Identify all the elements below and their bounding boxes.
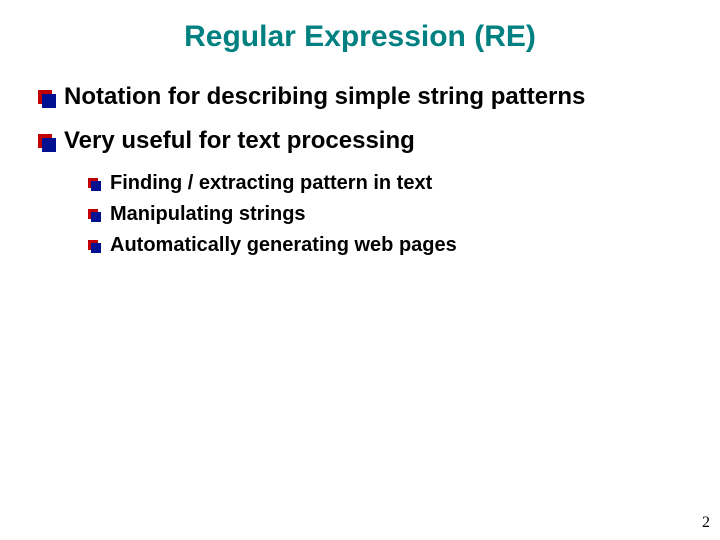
bullet-icon — [88, 178, 98, 188]
list-item: Finding / extracting pattern in text — [88, 170, 690, 197]
list-item-text: Notation for describing simple string pa… — [64, 82, 585, 112]
list-item: Very useful for text processing — [38, 126, 690, 156]
bullet-icon — [38, 134, 52, 148]
list-item: Automatically generating web pages — [88, 232, 690, 259]
slide-title: Regular Expression (RE) — [0, 0, 720, 82]
list-item: Notation for describing simple string pa… — [38, 82, 690, 112]
slide-content: Notation for describing simple string pa… — [0, 82, 720, 259]
bullet-icon — [88, 209, 98, 219]
list-item-text: Automatically generating web pages — [110, 232, 457, 259]
page-number: 2 — [702, 514, 710, 532]
list-item-text: Finding / extracting pattern in text — [110, 170, 432, 197]
bullet-icon — [88, 240, 98, 250]
slide: Regular Expression (RE) Notation for des… — [0, 0, 720, 540]
bullet-icon — [38, 90, 52, 104]
list-item-text: Very useful for text processing — [64, 126, 415, 156]
list-item: Manipulating strings — [88, 201, 690, 228]
list-item-text: Manipulating strings — [110, 201, 306, 228]
